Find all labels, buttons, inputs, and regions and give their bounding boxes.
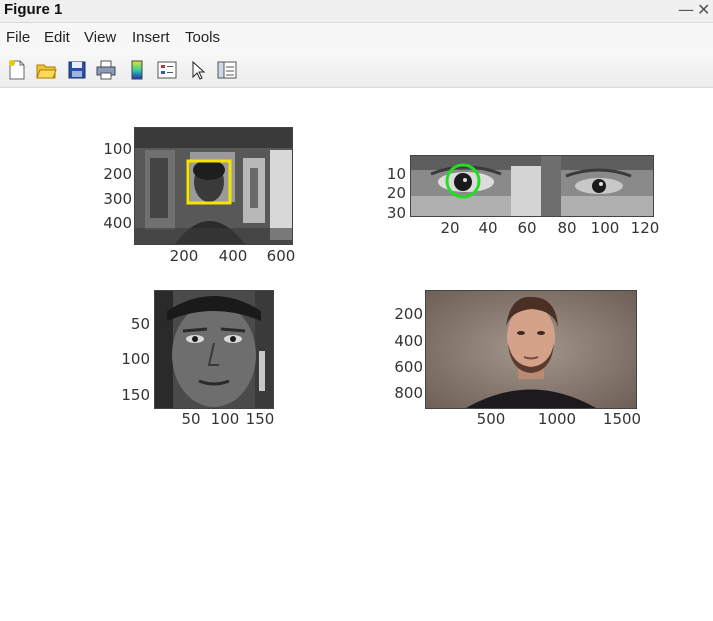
subplot-eye-region[interactable] [410, 155, 654, 217]
x-tick-label: 600 [266, 247, 296, 265]
subplot-color-portrait[interactable] [425, 290, 637, 409]
print-icon[interactable] [95, 59, 117, 81]
property-editor-icon[interactable] [216, 59, 238, 81]
eye-region-image [411, 156, 653, 216]
menu-bar: File Edit View Insert Tools [0, 23, 713, 51]
y-tick-label: 200 [103, 165, 132, 183]
x-tick-label: 1000 [537, 410, 577, 428]
x-tick-label: 1500 [602, 410, 642, 428]
y-tick-label: 400 [103, 214, 132, 232]
menu-view[interactable]: View [84, 29, 116, 46]
y-tick-label: 100 [103, 140, 132, 158]
title-bar: Figure 1 — ✕ [0, 0, 713, 23]
y-tick-label: 10 [386, 165, 406, 183]
y-tick-label: 400 [394, 332, 423, 350]
minimize-icon[interactable]: — [678, 0, 694, 19]
menu-edit[interactable]: Edit [44, 29, 70, 46]
close-icon[interactable]: ✕ [697, 0, 710, 19]
color-portrait-image [426, 291, 636, 408]
y-tick-label: 300 [103, 190, 132, 208]
new-figure-icon[interactable] [6, 59, 28, 81]
subplot-webcam-frame[interactable] [134, 127, 293, 245]
y-tick-label: 20 [386, 184, 406, 202]
y-tick-label: 800 [394, 384, 423, 402]
y-tick-label: 600 [394, 358, 423, 376]
pointer-icon[interactable] [187, 59, 209, 81]
toolbar [0, 51, 713, 88]
y-tick-label: 30 [386, 204, 406, 222]
y-tick-label: 200 [394, 305, 423, 323]
legend-icon[interactable] [156, 59, 178, 81]
menu-file[interactable]: File [6, 29, 30, 46]
x-tick-label: 400 [218, 247, 248, 265]
cropped-face-image [155, 291, 273, 408]
colorbar-icon[interactable] [126, 59, 148, 81]
subplot-cropped-face[interactable] [154, 290, 274, 409]
x-tick-label: 200 [169, 247, 199, 265]
save-icon[interactable] [66, 59, 88, 81]
y-tick-label: 150 [121, 386, 150, 404]
window-title: Figure 1 [4, 1, 63, 18]
x-tick-label: 150 [245, 410, 275, 428]
y-tick-label: 50 [130, 315, 150, 333]
menu-insert[interactable]: Insert [132, 29, 170, 46]
y-tick-label: 100 [121, 350, 150, 368]
open-file-icon[interactable] [35, 59, 57, 81]
x-tick-label: 500 [476, 410, 506, 428]
x-tick-label: 120 [630, 219, 660, 237]
webcam-frame-image [135, 128, 292, 244]
menu-tools[interactable]: Tools [185, 29, 220, 46]
